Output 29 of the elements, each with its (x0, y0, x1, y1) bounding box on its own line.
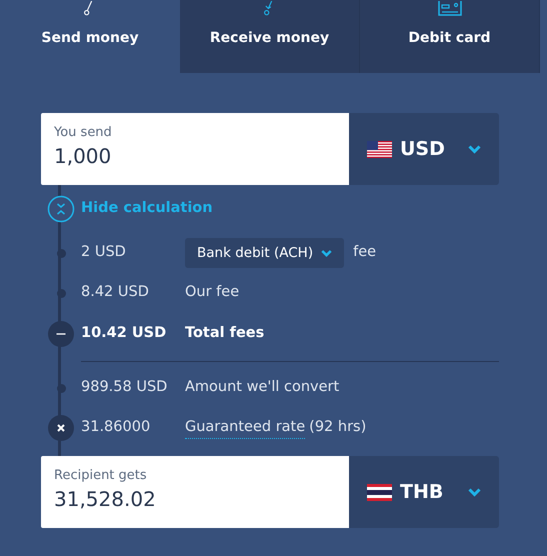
amount-field[interactable]: You send 1,000 (41, 113, 349, 185)
currency-select[interactable]: USD (349, 113, 499, 185)
fee-label: Amount we'll convert (185, 378, 340, 398)
amount-input[interactable]: 1,000 (54, 141, 337, 171)
tab[interactable]: Receive money (180, 0, 360, 73)
fee-amount: 10.42 USD (81, 324, 168, 344)
field-label: Recipient gets (54, 468, 148, 484)
field-label: You send (54, 125, 113, 141)
fee-amount: 2 USD (81, 243, 127, 262)
caret-icon (321, 248, 332, 258)
collapse-icon[interactable] (47, 195, 75, 223)
amount-field[interactable]: Recipient gets 31,528.02 (41, 456, 349, 528)
fee-amount: 989.58 USD (81, 378, 168, 398)
card-icon (438, 1, 462, 16)
amount-input[interactable]: 31,528.02 (54, 484, 337, 514)
fee-label: Our fee (185, 283, 240, 302)
flag-icon (367, 484, 392, 500)
caret-icon (468, 144, 481, 154)
currency-select[interactable]: THB (349, 456, 499, 528)
payment-method-dropdown[interactable]: Bank debit (ACH) (185, 238, 344, 268)
flag-icon (367, 140, 392, 158)
caret-icon (468, 488, 481, 496)
fee-label: Total fees (185, 324, 264, 344)
tab[interactable]: Debit card (360, 0, 540, 73)
rate-duration: (92 hrs) (309, 418, 366, 438)
fee-label: fee (353, 243, 376, 262)
guaranteed-rate-link[interactable]: Guaranteed rate (185, 416, 306, 440)
fee-amount: 31.86000 (81, 418, 152, 438)
fee-amount: 8.42 USD (81, 283, 150, 302)
